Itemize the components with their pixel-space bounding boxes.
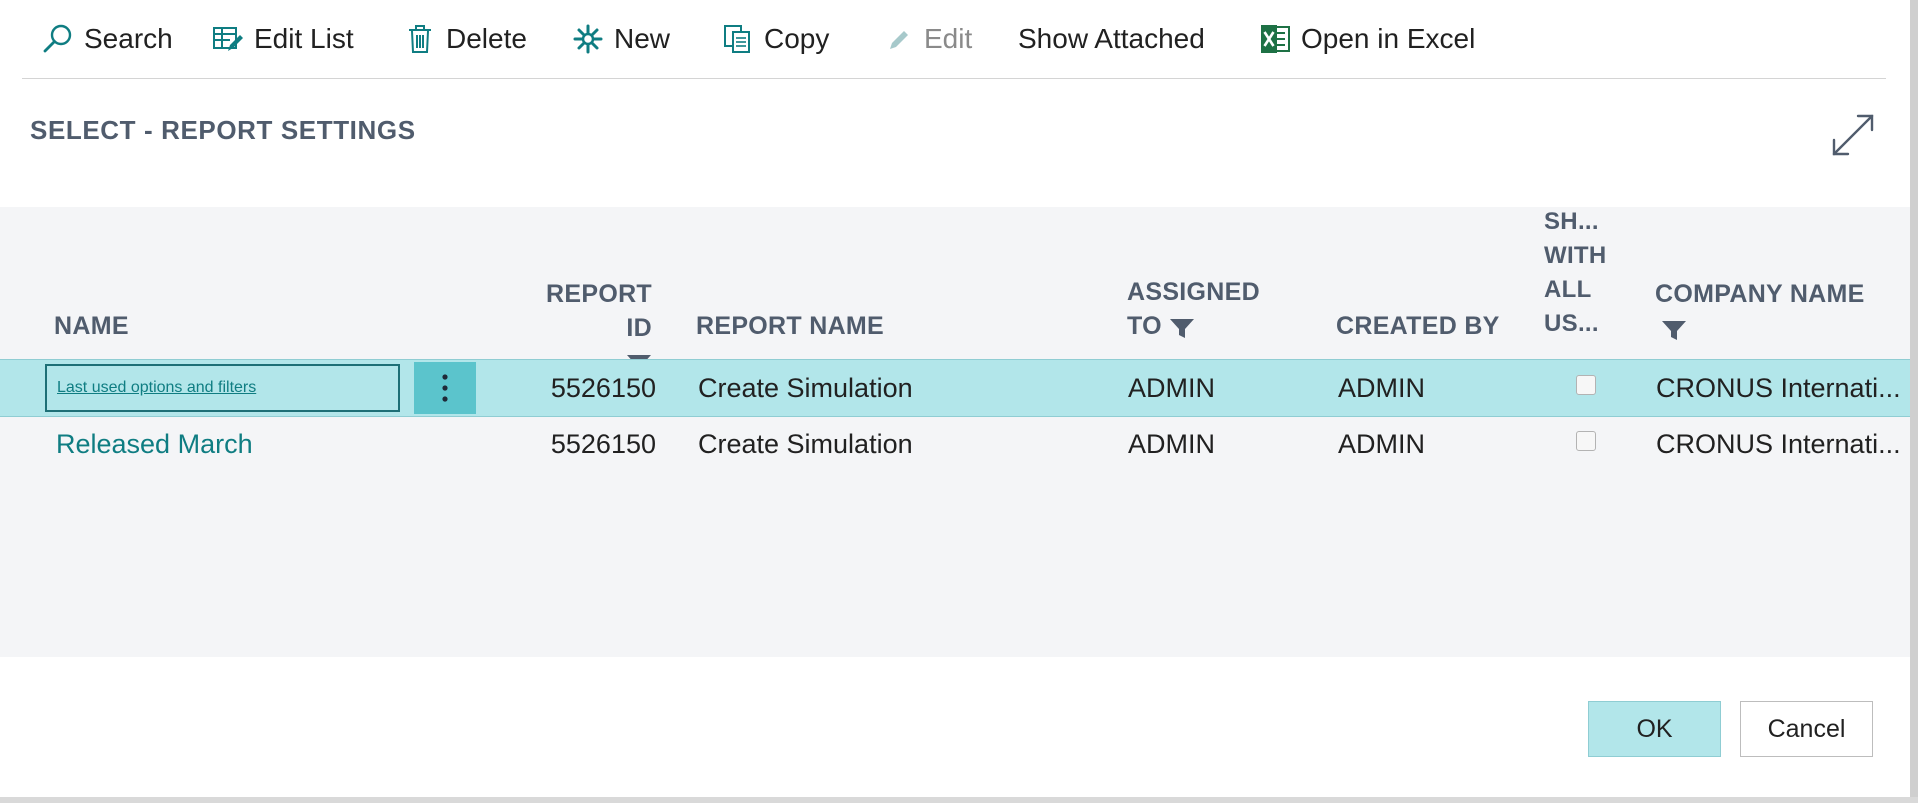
report-settings-list: NAME REPORT ID REPORT NAME ASSIGNED TO C… — [0, 207, 1910, 657]
filter-icon — [1169, 315, 1195, 339]
show-attached-button[interactable]: Show Attached — [1018, 0, 1205, 78]
search-button[interactable]: Search — [40, 0, 173, 78]
delete-button[interactable]: Delete — [402, 0, 527, 78]
page-title: SELECT - REPORT SETTINGS — [30, 115, 416, 145]
edit-list-icon — [210, 21, 246, 57]
open-in-excel-button[interactable]: Open in Excel — [1257, 0, 1475, 78]
expand-icon[interactable] — [1830, 112, 1876, 158]
column-header-company-name[interactable]: COMPANY NAME — [1655, 277, 1865, 345]
row-assigned-to: ADMIN — [1128, 372, 1215, 403]
row-report-name: Create Simulation — [698, 372, 913, 403]
action-bar: Search Edit List Delete New Copy Edit Sh… — [22, 0, 1886, 79]
row-name-cell[interactable]: Last used options and filters — [45, 364, 400, 412]
table-row[interactable]: Released March 5526150 Create Simulation… — [0, 416, 1910, 472]
row-report-name: Create Simulation — [698, 428, 913, 459]
copy-button[interactable]: Copy — [720, 0, 829, 78]
row-created-by: ADMIN — [1338, 428, 1425, 459]
show-attached-label: Show Attached — [1018, 23, 1205, 54]
window-edge — [1910, 0, 1918, 803]
edit-list-button[interactable]: Edit List — [210, 0, 354, 78]
row-shared-checkbox[interactable] — [1576, 375, 1596, 395]
edit-list-label: Edit List — [254, 23, 354, 54]
window-edge-bottom — [0, 797, 1918, 803]
filter-icon — [1661, 317, 1687, 341]
row-report-id: 5526150 — [550, 428, 656, 459]
row-company-name: CRONUS Internati... — [1656, 428, 1901, 459]
ok-button[interactable]: OK — [1588, 701, 1721, 757]
delete-label: Delete — [446, 23, 527, 54]
row-shared-checkbox[interactable] — [1576, 431, 1596, 451]
delete-icon — [402, 21, 438, 57]
row-created-by: ADMIN — [1338, 372, 1425, 403]
copy-label: Copy — [764, 23, 830, 54]
row-name-link[interactable]: Released March — [56, 429, 253, 460]
edit-button[interactable]: Edit — [880, 0, 972, 78]
row-assigned-to: ADMIN — [1128, 428, 1215, 459]
copy-icon — [720, 21, 756, 57]
row-name-link[interactable]: Last used options and filters — [57, 379, 256, 397]
row-company-name: CRONUS Internati... — [1656, 372, 1901, 403]
column-header-assigned-to[interactable]: ASSIGNED TO — [1127, 275, 1260, 343]
edit-icon — [880, 21, 916, 57]
new-label: New — [614, 23, 671, 54]
open-in-excel-label: Open in Excel — [1301, 23, 1476, 54]
search-icon — [40, 21, 76, 57]
table-row[interactable]: Last used options and filters 5526150 Cr… — [0, 359, 1910, 417]
row-report-id: 5526150 — [550, 372, 656, 403]
more-options-icon[interactable] — [414, 362, 476, 414]
excel-icon — [1257, 21, 1293, 57]
column-header-report-name[interactable]: REPORT NAME — [696, 309, 884, 343]
row-name-cell[interactable]: Released March — [56, 416, 253, 472]
edit-label: Edit — [924, 23, 973, 54]
column-header-created-by[interactable]: CREATED BY — [1336, 309, 1500, 343]
column-header-name[interactable]: NAME — [54, 309, 129, 343]
cancel-button[interactable]: Cancel — [1740, 701, 1873, 757]
new-icon — [570, 21, 606, 57]
column-header-shared-with-all-users[interactable]: SH... WITH ALL US... — [1544, 205, 1607, 341]
search-label: Search — [84, 23, 173, 54]
new-button[interactable]: New — [570, 0, 670, 78]
